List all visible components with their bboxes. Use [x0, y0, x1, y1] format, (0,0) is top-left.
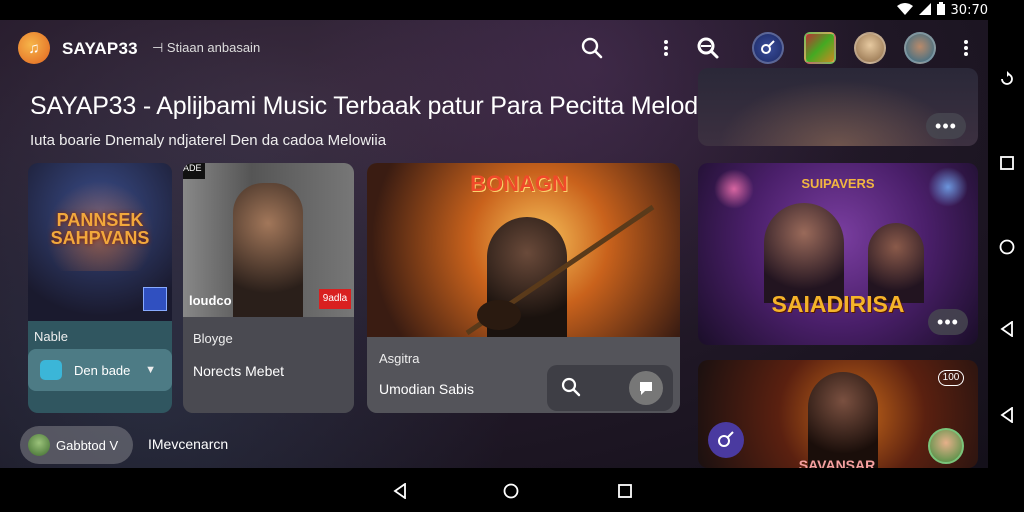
card-title: Umodian Sabis [379, 381, 474, 397]
page-title: SAYAP33 - Aplijbami Music Terbaak patur … [30, 92, 704, 120]
avatar[interactable] [804, 32, 836, 64]
card-label: Nable [34, 329, 68, 344]
search-alt-icon[interactable] [694, 34, 722, 62]
home-icon[interactable] [502, 482, 520, 500]
chevron-down-icon: ▼ [145, 364, 156, 376]
avatar [28, 434, 50, 456]
avatar[interactable] [928, 428, 964, 464]
status-indicators: 30:70 [896, 2, 988, 19]
system-side-rail [988, 20, 1024, 468]
signal-icon [918, 2, 931, 19]
chat-bubble-icon[interactable] [629, 371, 663, 405]
poster-title: PANNSEK SAHPVANS [50, 210, 150, 248]
card-label: Bloyge [193, 331, 233, 346]
breadcrumb[interactable]: ⊣ Stiaan anbasain [152, 40, 260, 56]
back-icon[interactable] [391, 482, 409, 500]
system-nav-bar [0, 468, 1024, 512]
artist-image [808, 372, 878, 468]
equalizer-icon[interactable] [708, 422, 744, 458]
featured-card[interactable]: ••• [698, 68, 978, 146]
poster-title: SAIADIRISA [771, 291, 905, 317]
folder-icon [40, 360, 62, 380]
app-title: SAYAP33 [62, 39, 138, 58]
overflow-menu-icon[interactable] [952, 34, 980, 62]
corner-tag: ADE [183, 163, 205, 179]
concert-card[interactable]: SUIPAVERS SAIADIRISA ••• [698, 163, 978, 345]
album-art: BONAGN [367, 163, 680, 337]
search-icon[interactable] [578, 34, 606, 62]
battery-icon [936, 2, 945, 19]
album-card[interactable]: 100 SAVANSAR [698, 360, 978, 468]
more-vert-icon[interactable] [652, 34, 680, 62]
live-badge: 9adla [319, 289, 351, 309]
recents-icon[interactable] [616, 482, 634, 500]
card-footer: Bloyge Norects Mebet [183, 317, 354, 413]
back-icon[interactable] [998, 320, 1016, 338]
card-label: Asgitra [379, 351, 420, 366]
page-subtitle: Iuta boarie Dnemaly ndjaterel Den da cad… [30, 132, 387, 149]
overlay-text: loudco [189, 293, 232, 308]
video-thumbnail: ADE loudco 9adla [183, 163, 354, 317]
search-icon[interactable] [561, 377, 581, 402]
stage-light [928, 167, 968, 207]
recents-icon[interactable] [998, 154, 1016, 172]
clock-text: 30:70 [950, 3, 988, 18]
video-card[interactable]: ADE loudco 9adla Bloyge Norects Mebet [183, 163, 354, 413]
device-screen: 30:70 ♫ SAYAP33 ⊣ Stiaan anbasain SAYAP3… [0, 0, 1024, 512]
qr-icon [143, 287, 167, 311]
stage-light [714, 169, 754, 209]
user-chip[interactable]: Gabbtod V [20, 426, 133, 464]
dropdown-select[interactable]: Den bade ▼ [28, 349, 172, 391]
dropdown-value: Den bade [74, 362, 131, 378]
home-icon[interactable] [998, 238, 1016, 256]
back-icon[interactable] [998, 406, 1016, 424]
rotate-icon[interactable] [998, 70, 1016, 88]
wifi-icon [896, 2, 913, 19]
album-card[interactable]: PANNSEK SAHPVANS Nable Den bade ▼ [28, 163, 172, 413]
chip-label: Gabbtod V [56, 437, 119, 453]
avatar[interactable] [854, 32, 886, 64]
app-logo-icon[interactable]: ♫ [18, 32, 50, 64]
card-footer: Nable Den bade ▼ [28, 321, 172, 413]
artist-image [233, 183, 303, 317]
singer-image [764, 203, 844, 303]
count-badge: 100 [938, 370, 964, 386]
more-options-button[interactable]: ••• [926, 113, 966, 139]
card-title: Norects Mebet [193, 363, 285, 379]
app-window: ♫ SAYAP33 ⊣ Stiaan anbasain SAYAP33 - Ap… [0, 20, 988, 468]
poster-title: BONAGN [470, 171, 568, 196]
status-bar: 30:70 [0, 0, 1024, 20]
card-actions [547, 365, 673, 411]
poster-title: SAVANSAR [798, 457, 876, 468]
more-options-button[interactable]: ••• [928, 309, 968, 335]
guitar-graphic [465, 204, 655, 336]
featured-album-card[interactable]: BONAGN Asgitra Umodian Sabis [367, 163, 680, 413]
avatar[interactable] [904, 32, 936, 64]
trailing-link[interactable]: IMevcenarcn [148, 436, 228, 452]
poster-subtitle: SUIPAVERS [801, 176, 875, 191]
album-art: PANNSEK SAHPVANS [28, 163, 172, 321]
profile-badge-icon[interactable] [752, 32, 784, 64]
